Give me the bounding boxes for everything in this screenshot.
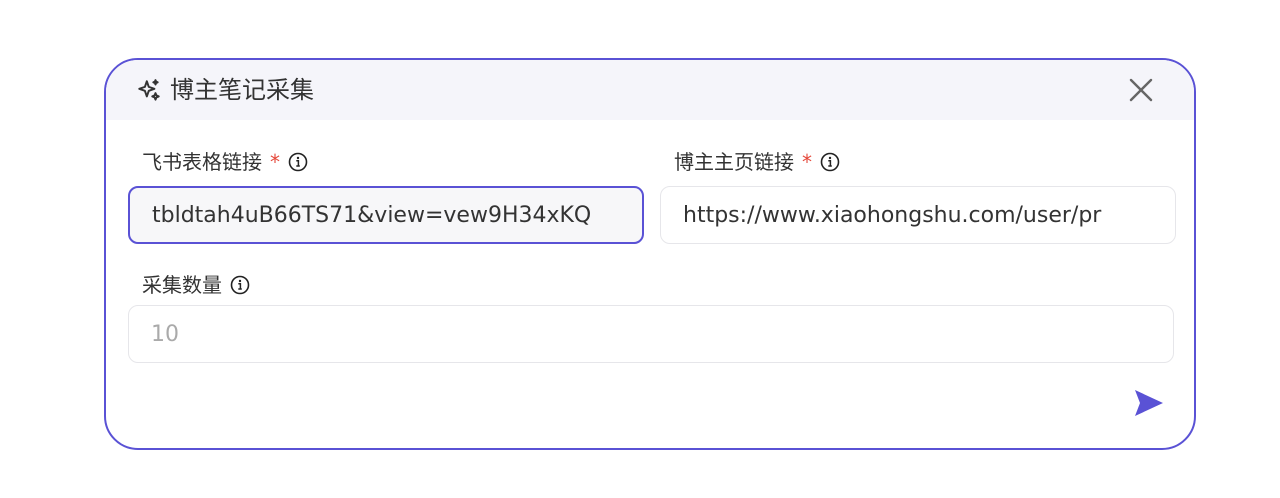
blogger-link-label: 博主主页链接 * [674,148,840,176]
dialog-header: 博主笔记采集 [106,60,1194,120]
required-mark: * [270,150,280,174]
blogger-link-input[interactable] [660,186,1176,244]
required-mark: * [802,150,812,174]
feishu-link-label: 飞书表格链接 * [142,148,308,176]
count-label-text: 采集数量 [142,273,222,297]
feishu-link-input[interactable] [128,186,644,244]
count-input[interactable] [128,305,1174,363]
send-icon[interactable] [1132,386,1166,420]
dialog-title: 博主笔记采集 [170,76,314,104]
info-icon[interactable] [820,152,840,172]
count-label: 采集数量 [142,271,250,299]
note-collection-dialog: 博主笔记采集 飞书表格链接 * 博主主页链接 * 采集数量 [104,58,1196,450]
blogger-link-label-text: 博主主页链接 [674,150,794,174]
close-icon[interactable] [1126,75,1156,105]
info-icon[interactable] [230,275,250,295]
sparkles-icon [138,79,160,101]
feishu-link-label-text: 飞书表格链接 [142,150,262,174]
info-icon[interactable] [288,152,308,172]
